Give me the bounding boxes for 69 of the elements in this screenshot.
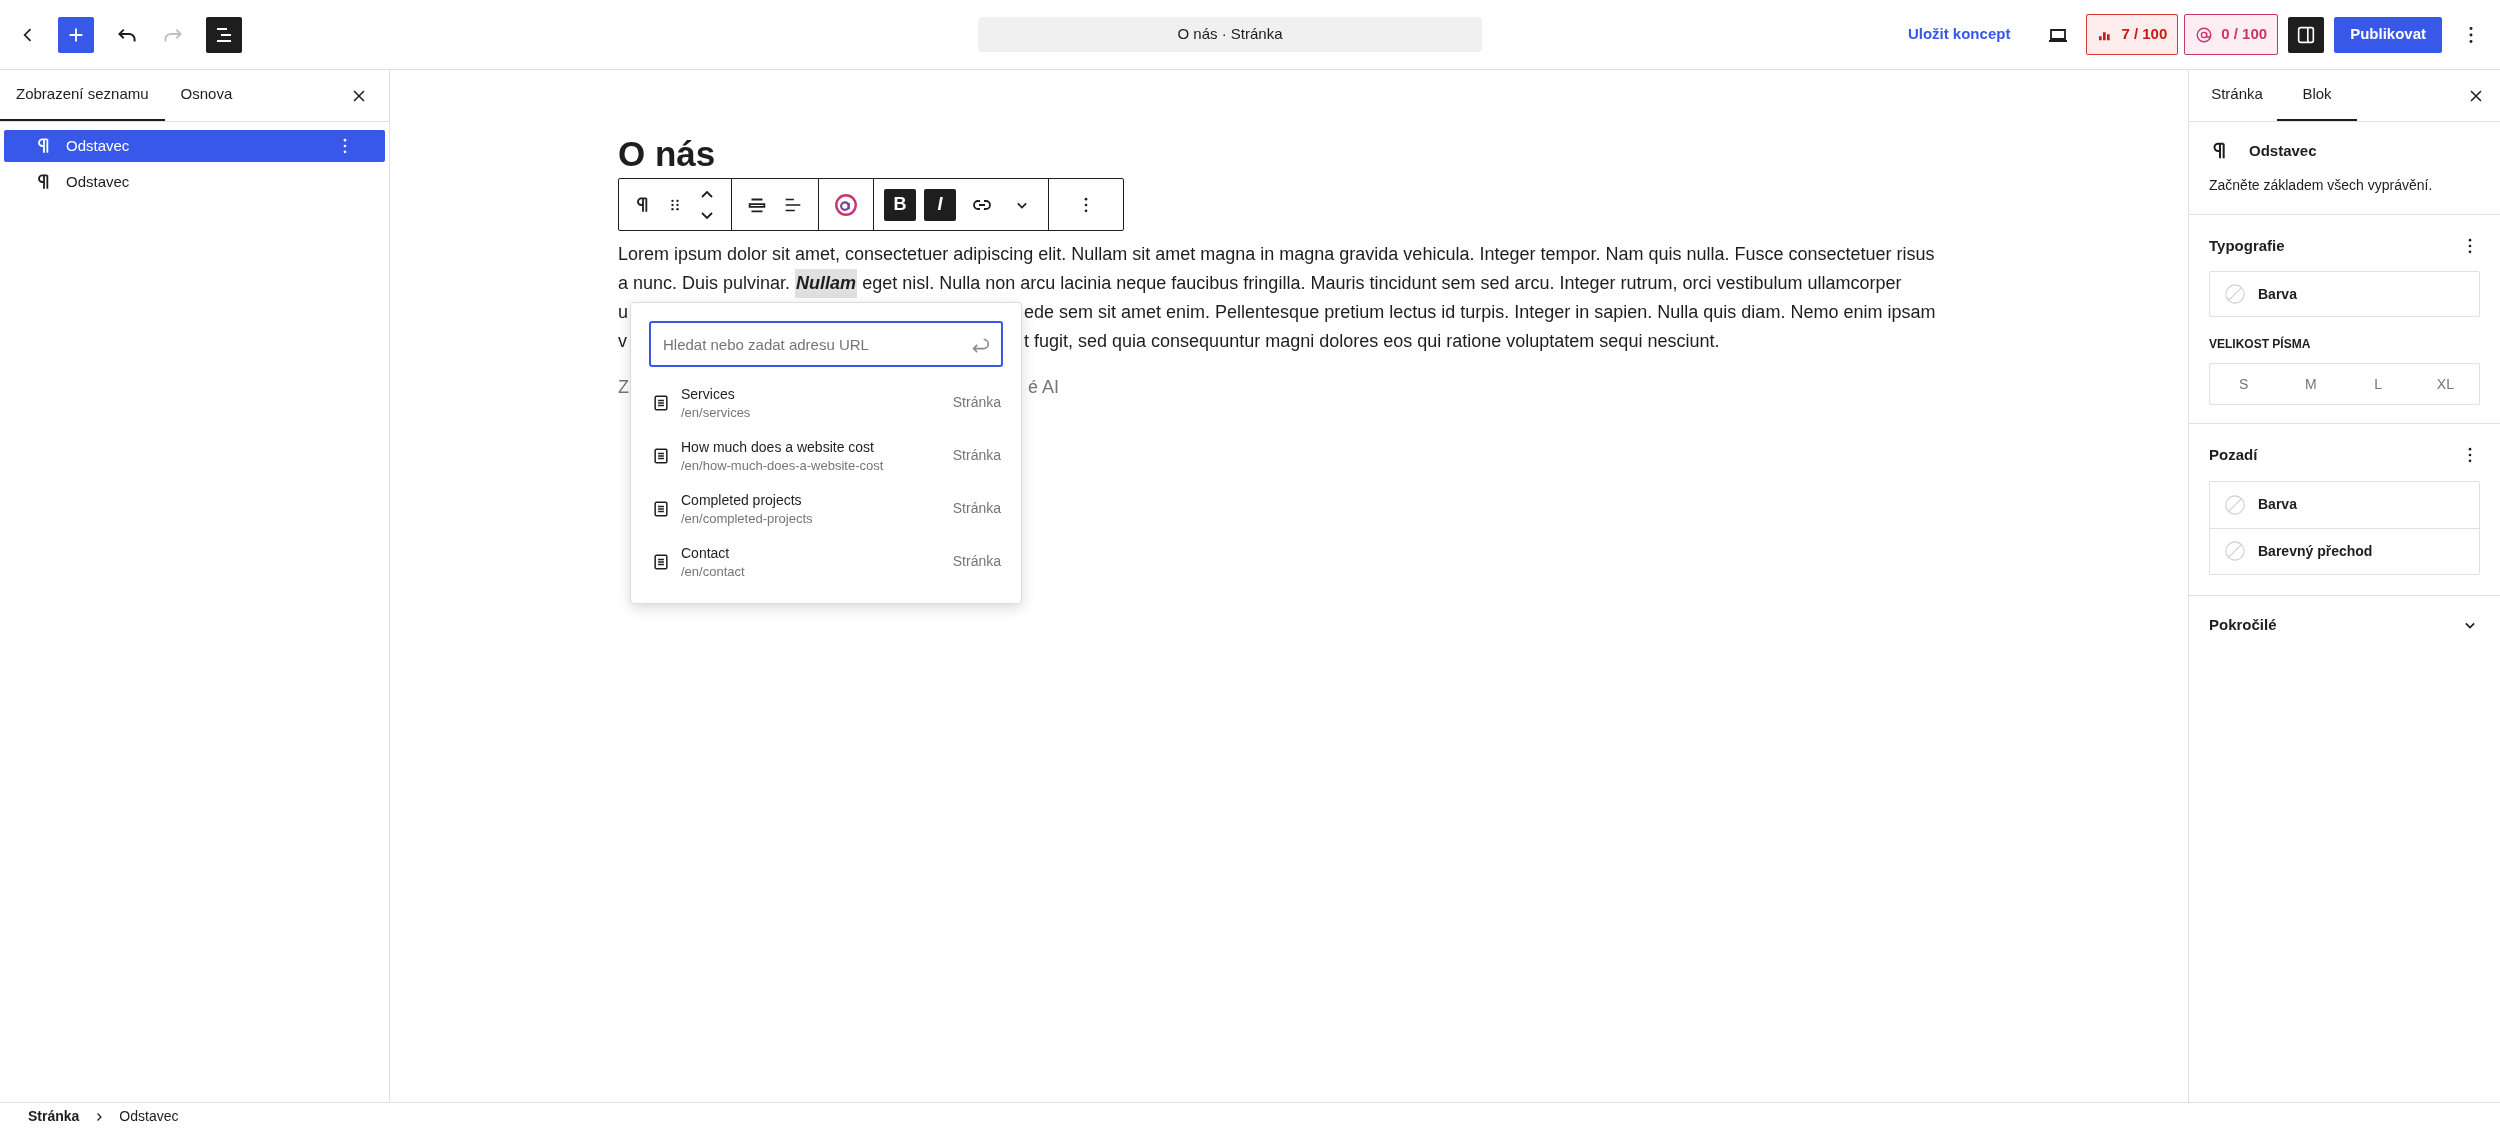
placeholder-text: Z [618, 377, 629, 397]
list-view-item[interactable]: Odstavec [4, 130, 385, 162]
font-size-option[interactable]: L [2374, 373, 2382, 395]
panel-tab[interactable]: Blok [2277, 70, 2357, 121]
section-title: Pozadí [2209, 445, 2258, 465]
url-search-field[interactable]: Hledat nebo zadat adresu URL [649, 321, 1003, 367]
panel-tab[interactable]: Osnova [164, 70, 249, 121]
suggestion-title: Contact [681, 543, 731, 563]
suggestion-url: /en/contact [681, 562, 746, 581]
item-label: Odstavec [66, 171, 131, 192]
item-label: Odstavec [66, 135, 131, 156]
color-option[interactable]: Barva [2209, 271, 2480, 317]
suggestion-title: Services [681, 384, 736, 404]
at-sign-icon [2195, 25, 2214, 44]
page-title-field[interactable]: O nás · Stránka [978, 17, 1482, 52]
suggestion-url: /en/how-much-does-a-website-cost [681, 456, 885, 475]
block-name: Odstavec [2249, 141, 2317, 161]
paragraph-text: t fugit, sed quia consequuntur magni dolores eos qui ratione voluptatem sequi nesciunt. [1024, 330, 1720, 353]
suggestion-type: Stránka [952, 446, 1001, 465]
no-color-icon [2224, 540, 2246, 562]
settings-panel-button[interactable] [2288, 16, 2325, 53]
option-label: Barva [2258, 284, 2297, 304]
section-title: Pokročilé [2209, 614, 2277, 635]
italic-button[interactable]: I [924, 188, 956, 221]
suggestion-type: Stránka [952, 499, 1001, 518]
paragraph-text: v [618, 331, 627, 351]
font-size-option[interactable]: XL [2436, 373, 2454, 395]
save-draft-button[interactable]: Uložit koncept [1907, 23, 2011, 46]
color-option[interactable]: Barva [2210, 481, 2479, 528]
paragraph-text: ede sem sit amet enim. Pellentesque pretium lectus id turpis. Integer in sapien. Nulla quis diam. Nemo enim ipsam [1024, 301, 1936, 324]
paragraph-text: eget nisl. Nulla non arcu lacinia neque faucibus fringilla. Mauris tincidunt sem sed arcu. Integer rutrum, orci vestibulum ullamcorper [862, 272, 1902, 295]
page-heading: O nás [618, 134, 717, 174]
font-size-option[interactable]: S [2238, 373, 2249, 395]
no-color-icon [2224, 493, 2246, 516]
publish-button[interactable]: Publikovat [2334, 16, 2442, 53]
seo-score-button[interactable]: 7 / 100 [2086, 14, 2179, 55]
suggestion-url: /en/completed-projects [681, 509, 814, 528]
link-suggestion[interactable]: Services /en/services Stránka [649, 379, 1003, 426]
suggestion-type: Stránka [952, 393, 1001, 412]
suggestion-type: Stránka [952, 552, 1001, 571]
breadcrumb-item[interactable]: Odstavec [119, 1106, 179, 1127]
section-title: Typografie [2209, 235, 2285, 256]
bold-button[interactable]: B [884, 188, 916, 221]
ai-assistant-icon[interactable] [833, 191, 859, 218]
paragraph-text: u [618, 302, 628, 322]
suggestion-title: Completed projects [681, 490, 803, 510]
link-suggestion[interactable]: How much does a website cost /en/how-much-does-a-website-cost Stránka [649, 432, 1003, 479]
panel-tab[interactable]: Zobrazení seznamu [0, 70, 165, 121]
list-view-button[interactable] [206, 16, 242, 53]
add-block-button[interactable] [58, 16, 94, 53]
paragraph-text: a nunc. Duis pulvinar. [618, 272, 791, 295]
link-suggestion[interactable]: Completed projects /en/completed-projects Stránka [649, 485, 1003, 532]
breadcrumb-item[interactable]: Stránka [28, 1106, 80, 1127]
option-label: Barva [2258, 495, 2297, 514]
paragraph-text: Lorem ipsum dolor sit amet, consectetuer adipiscing elit. Nullam sit amet magna in magna gravida vehicula. Integer tempor. Nam quis nulla. Fusce consectetuer risus [618, 243, 1936, 266]
placeholder-text: é AI [1028, 376, 1060, 399]
panel-tab[interactable]: Stránka [2197, 70, 2277, 121]
suggestion-title: How much does a website cost [681, 437, 875, 457]
font-size-option[interactable]: M [2305, 373, 2317, 395]
ai-score-button[interactable]: 0 / 100 [2184, 14, 2279, 55]
field-label: VELIKOST PÍSMA [2209, 335, 2312, 353]
option-label: Barevný přechod [2258, 541, 2373, 561]
link-suggestion[interactable]: Contact /en/contact Stránka [649, 538, 1003, 585]
list-view-item[interactable]: Odstavec [4, 166, 385, 198]
block-description: Začněte základem všech vyprávění. [2209, 175, 2434, 195]
selected-text: Nullam [795, 269, 858, 298]
no-color-icon [2224, 283, 2246, 305]
suggestion-url: /en/services [681, 403, 752, 422]
color-option[interactable]: Barevný přechod [2210, 527, 2479, 574]
